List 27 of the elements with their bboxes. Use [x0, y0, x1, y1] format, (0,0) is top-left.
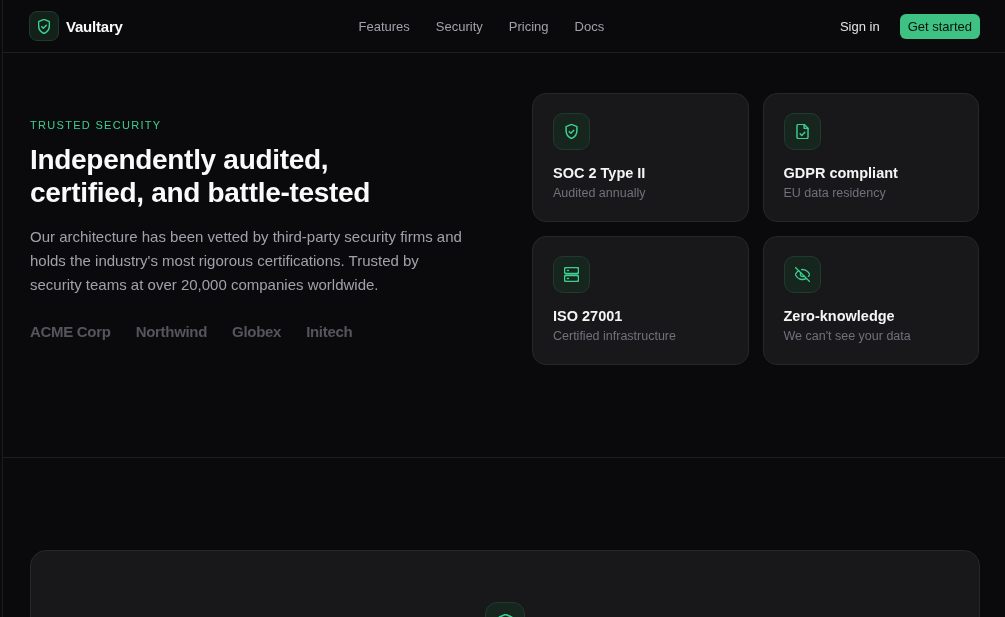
shield-check-icon	[29, 11, 59, 41]
nav-link[interactable]: Docs	[574, 18, 605, 34]
brand-name[interactable]: Vaultary	[66, 17, 123, 35]
customer-logo-text: Initech	[306, 322, 353, 340]
get-started-button[interactable]: Get started	[899, 13, 980, 39]
eye-slash-icon	[783, 256, 821, 293]
eyebrow-label: TRUSTED SECURITY	[30, 118, 162, 131]
sign-in-link[interactable]: Sign in	[839, 18, 880, 34]
server-icon	[553, 256, 590, 293]
certification-title: SOC 2 Type II	[553, 165, 647, 181]
hero-description: Our architecture has been vetted by third-party security firms and holds the industry's most rigorous certifications. Trusted by security teams at over 20,000 companies worldwide.	[30, 226, 463, 295]
nav-link[interactable]: Security	[435, 18, 483, 34]
hero-heading: Independently audited, certified, and battle-tested	[30, 142, 372, 209]
nav-link[interactable]: Pricing	[508, 18, 549, 34]
certification-subtitle: Audited annually	[553, 186, 647, 200]
customer-logo-text: Globex	[232, 322, 282, 340]
certification-title: ISO 27001	[553, 308, 624, 324]
certification-subtitle: We can't see your data	[783, 329, 912, 343]
nav-link[interactable]: Features	[358, 18, 410, 34]
certification-subtitle: EU data residency	[783, 186, 887, 200]
customer-logo-text: ACME Corp	[30, 322, 111, 340]
customer-logo-text: Northwind	[135, 322, 208, 340]
certification-title: Zero-knowledge	[783, 308, 896, 324]
certification-subtitle: Certified infrastructure	[553, 329, 677, 343]
shield-check-icon	[553, 113, 590, 150]
document-check-icon	[783, 113, 821, 150]
certification-title: GDPR compliant	[783, 165, 899, 181]
